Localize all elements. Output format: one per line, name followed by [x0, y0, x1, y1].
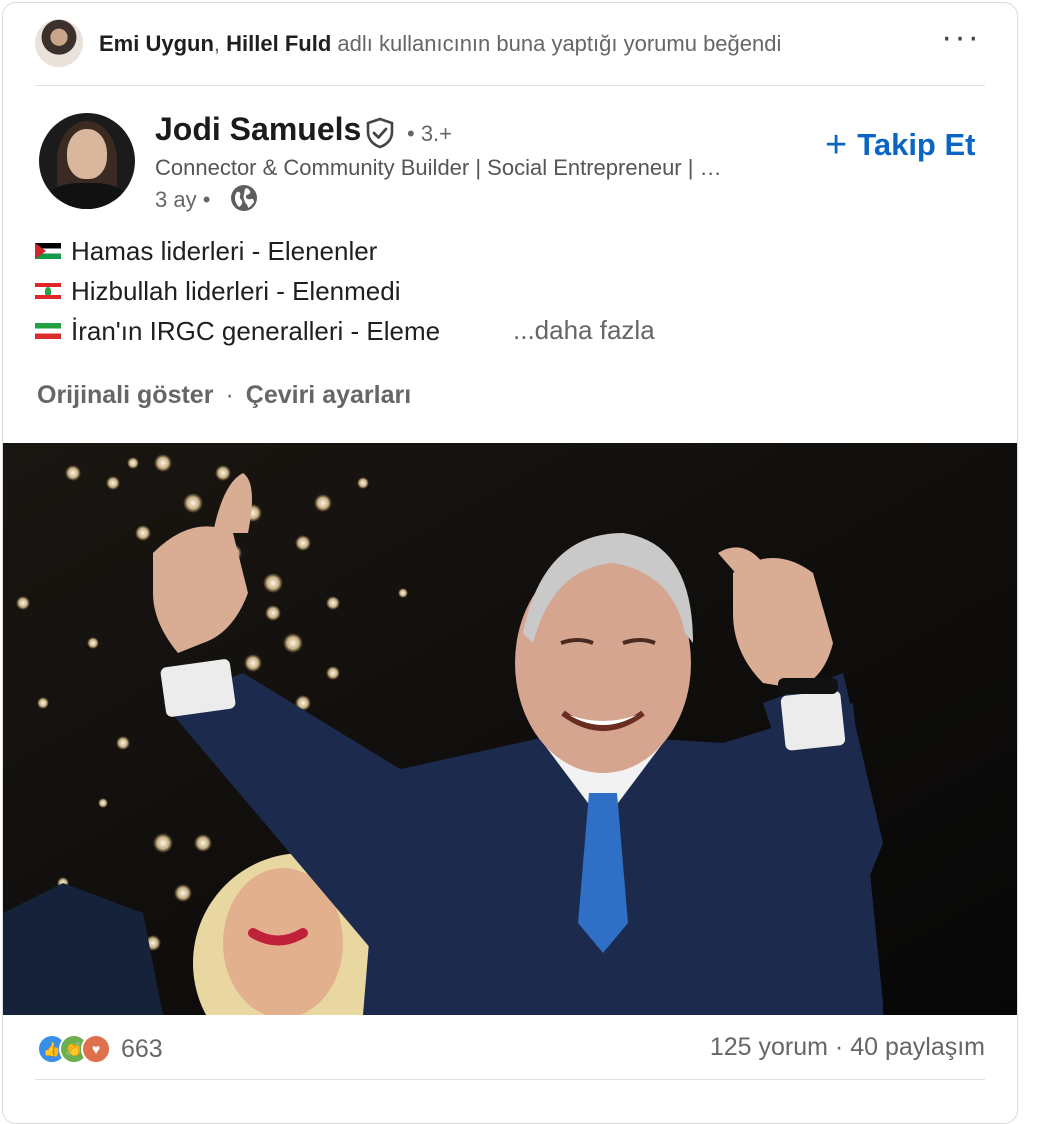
translation-settings-link[interactable]: Çeviri ayarları — [246, 381, 411, 409]
follow-label: Takip Et — [857, 127, 976, 162]
avatar-face — [67, 129, 107, 179]
love-reaction-icon: ♥ — [81, 1034, 111, 1064]
activity-action-text: adlı kullanıcının buna yaptığı yorumu be… — [337, 31, 782, 56]
post-photo — [3, 443, 1017, 1015]
social-separator: · — [834, 1033, 844, 1061]
more-options-icon[interactable]: ··· — [941, 20, 981, 55]
actor-1-name[interactable]: Emi Uygun — [99, 31, 214, 56]
shares-count-link[interactable]: 40 paylaşım — [850, 1033, 985, 1061]
social-divider — [35, 1079, 985, 1080]
follow-button[interactable]: + Takip Et — [825, 123, 989, 167]
plus-icon: + — [825, 124, 848, 166]
post-text: Hamas liderleri - Elenenler Hizbullah li… — [35, 231, 440, 351]
palestine-flag-icon — [35, 243, 61, 259]
lebanon-flag-icon — [35, 283, 61, 299]
reaction-count: 663 — [121, 1034, 163, 1063]
actor-avatar[interactable] — [35, 19, 83, 67]
translation-separator: · — [225, 381, 234, 409]
show-original-link[interactable]: Orijinali göster — [37, 381, 213, 409]
see-more-link[interactable]: ...daha fazla — [513, 315, 655, 346]
verified-shield-icon — [366, 117, 394, 149]
globe-icon — [231, 185, 257, 211]
author-headline: Connector & Community Builder | Social E… — [155, 155, 722, 180]
avatar-body — [47, 183, 127, 209]
activity-text: Emi Uygun, Hillel Fuld adlı kullanıcının… — [99, 31, 781, 57]
post-line-text: İran'ın IRGC generalleri - Eleme — [71, 315, 441, 346]
social-activity-header: Emi Uygun, Hillel Fuld adlı kullanıcının… — [3, 3, 1017, 85]
comments-count-link[interactable]: 125 yorum — [710, 1033, 828, 1061]
post-image[interactable] — [3, 443, 1017, 1015]
post-line: Hamas liderleri - Elenenler — [35, 231, 440, 271]
author-avatar[interactable] — [39, 113, 135, 209]
post-line-text: Hamas liderleri - Elenenler — [71, 235, 378, 266]
actor-separator: , — [213, 31, 221, 56]
post-time: 3 ay • — [155, 187, 211, 212]
iran-flag-icon — [35, 323, 61, 339]
reactions-summary[interactable]: 👍 👏 ♥ 663 — [37, 1031, 163, 1067]
connection-degree: • 3.+ — [407, 121, 453, 146]
actor-2-name[interactable]: Hillel Fuld — [226, 31, 331, 56]
post-line: Hizbullah liderleri - Elenmedi — [35, 271, 440, 311]
author-name[interactable]: Jodi Samuels — [155, 111, 361, 148]
translation-controls: Orijinali göster · Çeviri ayarları — [37, 381, 411, 410]
feed-post-card: Emi Uygun, Hillel Fuld adlı kullanıcının… — [2, 2, 1018, 1124]
post-line-text: Hizbullah liderleri - Elenmedi — [71, 275, 401, 306]
post-line: İran'ın IRGC generalleri - Eleme — [35, 311, 440, 351]
header-divider — [35, 85, 985, 86]
comments-shares-summary: 125 yorum · 40 paylaşım — [710, 1033, 985, 1062]
